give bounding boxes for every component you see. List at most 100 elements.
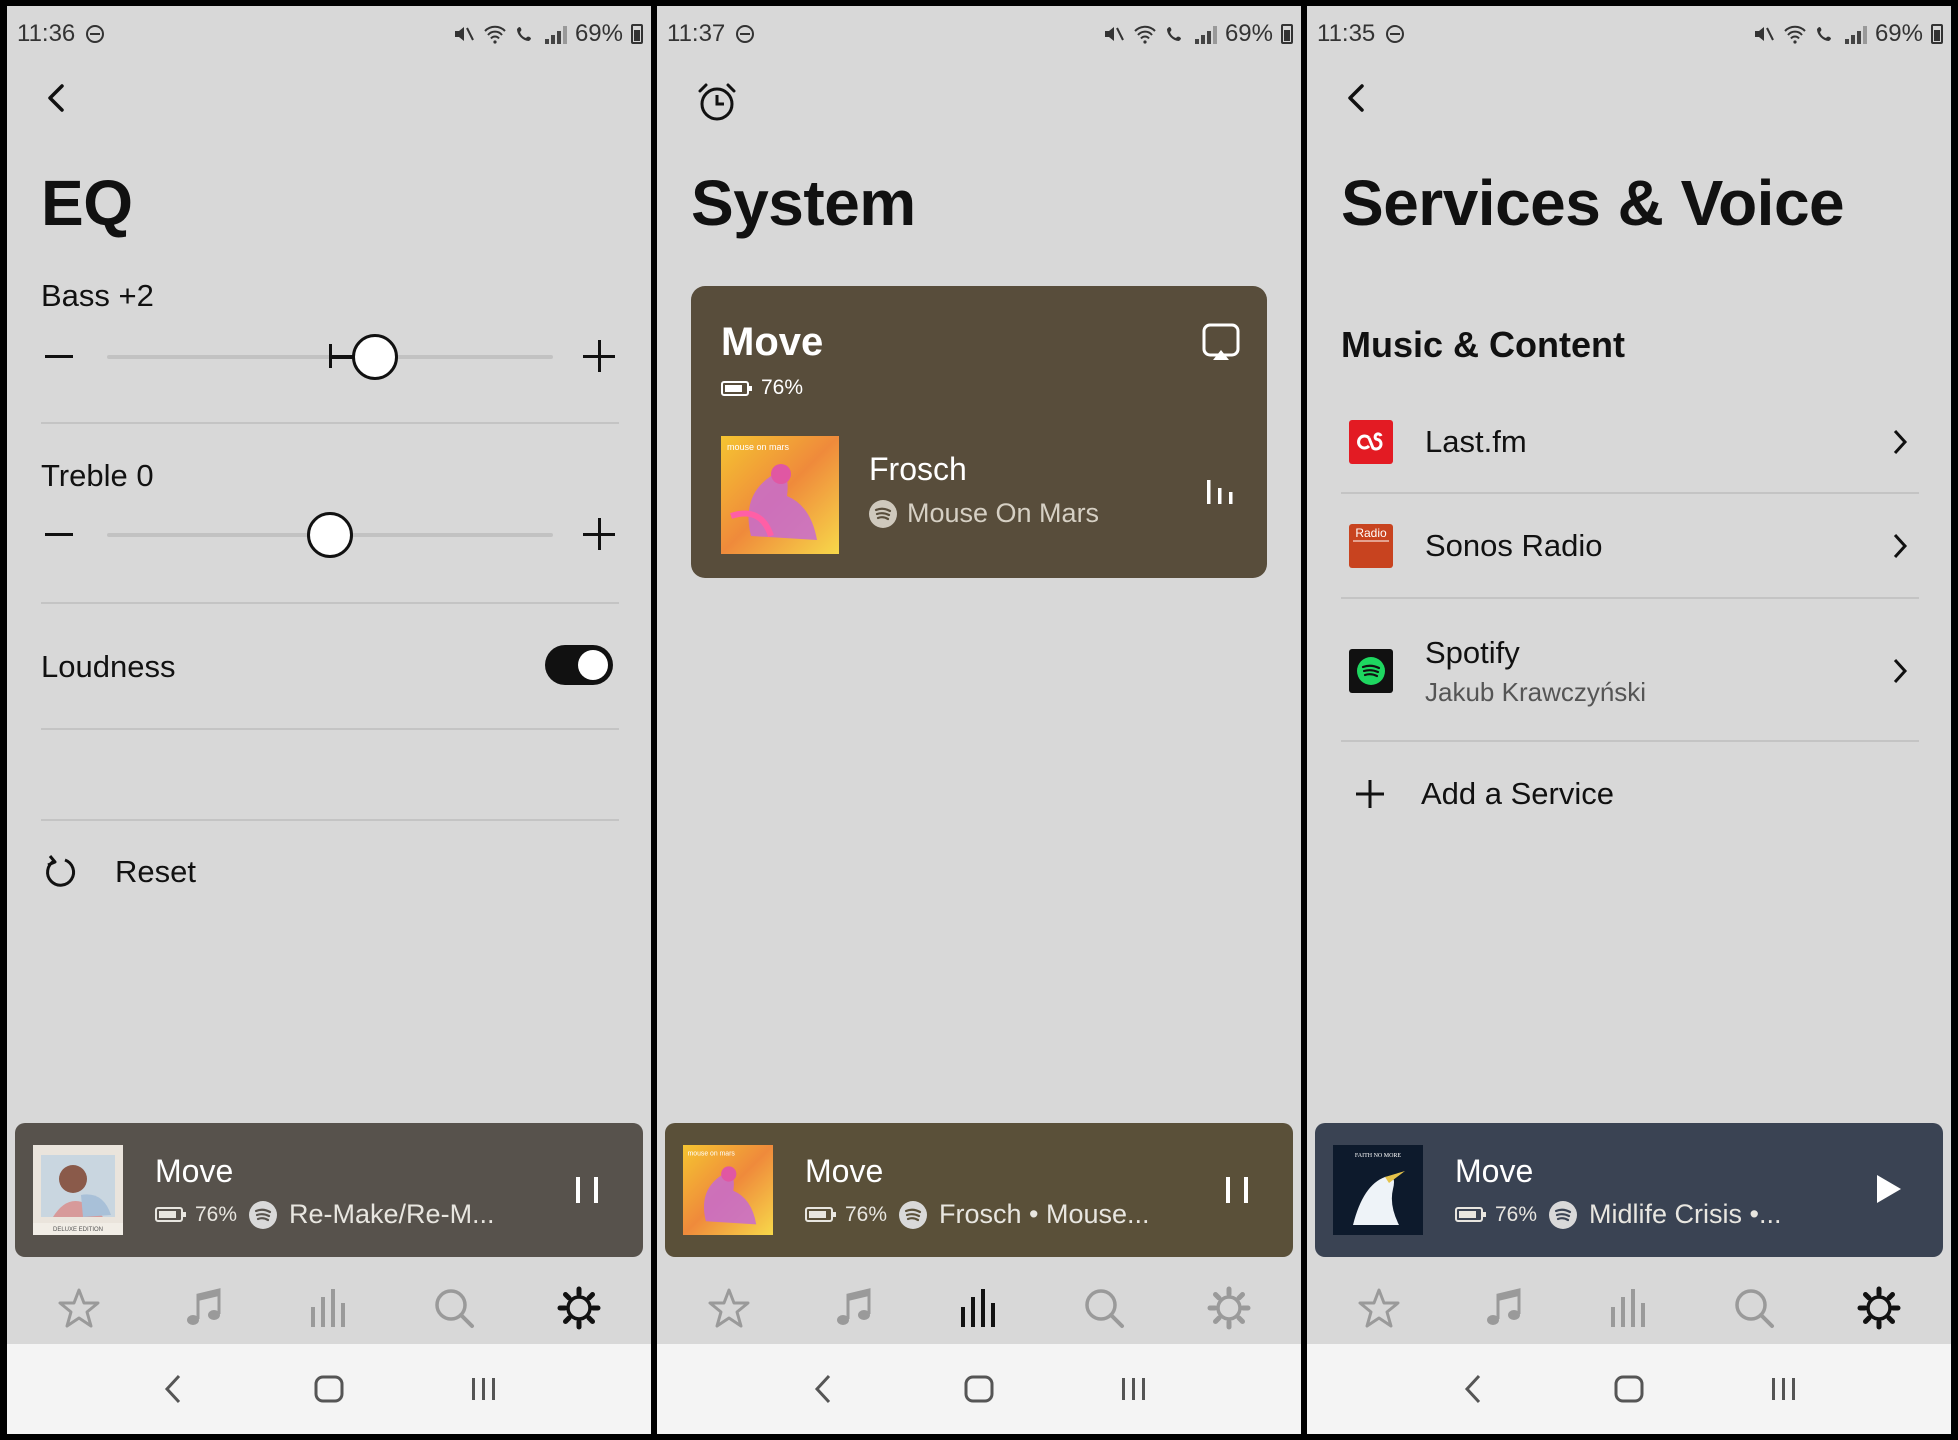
android-home-button[interactable] [309, 1369, 349, 1409]
signal-icon [1844, 24, 1867, 44]
bass-decrease-button[interactable] [45, 355, 73, 358]
back-chevron-icon[interactable] [1337, 78, 1377, 118]
android-nav-bar [1307, 1344, 1951, 1434]
add-service-button[interactable]: Add a Service [1341, 764, 1919, 824]
back-chevron-icon[interactable] [37, 78, 77, 118]
tab-settings[interactable] [552, 1281, 606, 1335]
battery-icon [1281, 24, 1293, 44]
tab-settings[interactable] [1852, 1281, 1906, 1335]
tab-rooms[interactable] [302, 1281, 356, 1335]
tab-settings[interactable] [1202, 1281, 1256, 1335]
tab-search[interactable] [427, 1281, 481, 1335]
rooms-bars-icon [310, 1289, 345, 1327]
add-service-label: Add a Service [1421, 776, 1614, 811]
tab-favorites[interactable] [702, 1281, 756, 1335]
service-row-lastfm[interactable]: Last.fm [1341, 412, 1919, 472]
divider [1341, 492, 1919, 494]
search-icon [435, 1289, 474, 1328]
bass-slider-thumb[interactable] [351, 334, 398, 380]
android-recents-button[interactable] [1114, 1369, 1154, 1409]
treble-increase-button[interactable] [583, 518, 615, 550]
treble-decrease-button[interactable] [45, 533, 73, 536]
bass-slider-track[interactable] [107, 334, 553, 380]
android-home-button[interactable] [1609, 1369, 1649, 1409]
album-art: DELUXE EDITION [33, 1145, 123, 1235]
sonos-radio-logo-icon: Radio [1349, 524, 1393, 568]
svg-text:mouse on mars: mouse on mars [688, 1151, 736, 1158]
tab-favorites[interactable] [52, 1281, 106, 1335]
loudness-label: Loudness [41, 649, 176, 684]
treble-slider-track[interactable] [107, 512, 553, 558]
battery-icon [155, 1207, 186, 1222]
recents-icon [1771, 1378, 1795, 1400]
android-recents-button[interactable] [1764, 1369, 1804, 1409]
android-nav-bar [7, 1344, 651, 1434]
mute-icon [454, 27, 474, 41]
pause-icon[interactable] [567, 1167, 607, 1211]
recents-icon [471, 1378, 495, 1400]
battery-icon [1455, 1207, 1486, 1222]
android-back-button[interactable] [804, 1369, 844, 1409]
service-row-sonos-radio[interactable]: Radio Sonos Radio [1341, 516, 1919, 576]
chevron-right-icon [1893, 533, 1908, 559]
airplay-icon[interactable] [1201, 322, 1241, 362]
android-back-button[interactable] [1454, 1369, 1494, 1409]
mini-player[interactable]: FAITH NO MORE Move 76% Midlife Crisis •.… [1315, 1123, 1943, 1257]
mini-player-name: Move [155, 1153, 234, 1189]
mini-player-track: Frosch • Mouse... [939, 1199, 1150, 1229]
android-home-button[interactable] [959, 1369, 999, 1409]
home-icon [1614, 1375, 1644, 1403]
alarm-clock-icon[interactable] [695, 80, 739, 124]
service-row-spotify[interactable]: Spotify Jakub Krawczyński [1341, 626, 1919, 716]
tab-search[interactable] [1077, 1281, 1131, 1335]
tab-rooms[interactable] [952, 1281, 1006, 1335]
tab-favorites[interactable] [1352, 1281, 1406, 1335]
music-note-icon [1487, 1288, 1521, 1325]
screenshot-collage: 11:36 69% EQ Bass +2 Treble 0 Loudness R… [0, 0, 1958, 1440]
album-art: mouse on mars [721, 436, 839, 554]
tab-browse[interactable] [827, 1281, 881, 1335]
back-icon [815, 1374, 831, 1404]
clock: 11:36 [17, 20, 76, 47]
divider [41, 819, 619, 821]
service-name: Last.fm [1425, 424, 1527, 459]
lastfm-logo-icon [1349, 420, 1393, 464]
chevron-right-icon [1893, 658, 1908, 684]
treble-slider[interactable] [41, 504, 619, 564]
tab-search[interactable] [1727, 1281, 1781, 1335]
loudness-toggle[interactable] [545, 645, 613, 685]
bass-increase-button[interactable] [583, 340, 615, 372]
back-icon [165, 1374, 181, 1404]
android-back-button[interactable] [154, 1369, 194, 1409]
status-bar: 11:37 69% [657, 6, 1301, 60]
mini-player-subtitle: 76% Re-Make/Re-M... [155, 1199, 495, 1230]
bass-slider[interactable] [41, 326, 619, 386]
battery-percent: 69% [574, 20, 623, 47]
room-name: Move [721, 320, 824, 364]
android-recents-button[interactable] [464, 1369, 504, 1409]
treble-slider-thumb[interactable] [307, 512, 353, 558]
wifi-icon [1134, 25, 1156, 44]
mini-player-name: Move [1455, 1153, 1534, 1189]
play-icon[interactable] [1867, 1167, 1907, 1211]
mini-player-name: Move [805, 1153, 884, 1189]
mini-player[interactable]: mouse on mars Move 76% Frosch • Mouse... [665, 1123, 1293, 1257]
mute-icon [1754, 27, 1774, 41]
star-icon [1358, 1288, 1400, 1328]
page-title: System [691, 167, 916, 239]
tab-browse[interactable] [1477, 1281, 1531, 1335]
reset-button[interactable]: Reset [41, 842, 196, 902]
mini-player[interactable]: DELUXE EDITION Move 76% Re-Make/Re-M... [15, 1123, 643, 1257]
search-icon [1085, 1289, 1124, 1328]
track-artist-row: Mouse On Mars [869, 498, 1099, 529]
phone-eq-screen: 11:36 69% EQ Bass +2 Treble 0 Loudness R… [7, 6, 651, 1434]
phone-system-screen: 11:37 69% System Move 76% mouse on mars … [657, 6, 1301, 1434]
divider [41, 602, 619, 604]
divider [41, 728, 619, 730]
pause-icon[interactable] [1217, 1167, 1257, 1211]
room-card-move[interactable]: Move 76% mouse on mars Frosch Mouse On M… [691, 286, 1267, 578]
tab-browse[interactable] [177, 1281, 231, 1335]
divider [1341, 597, 1919, 599]
tab-rooms[interactable] [1602, 1281, 1656, 1335]
room-battery-percent: 76% [761, 376, 804, 399]
